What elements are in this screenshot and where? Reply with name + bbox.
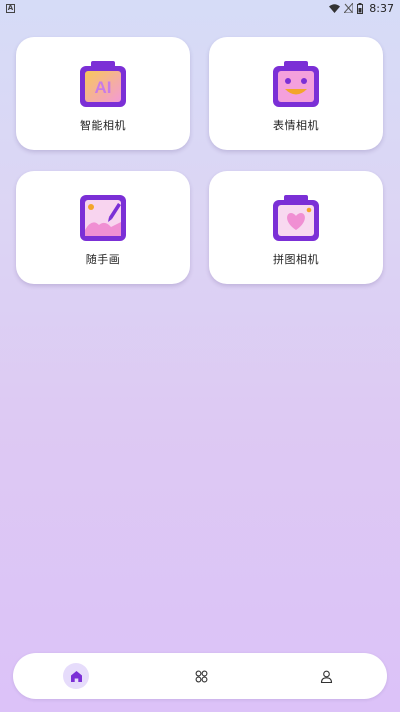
ai-camera-icon: AI: [80, 61, 126, 107]
apps-grid-icon: [195, 670, 207, 682]
status-time: 8:37: [369, 1, 394, 15]
freehand-drawing-card[interactable]: 随手画: [16, 171, 190, 284]
nav-apps[interactable]: [188, 663, 214, 689]
freehand-drawing-label: 随手画: [85, 253, 121, 266]
heart-camera-icon: [273, 195, 319, 241]
tools-grid: AI 智能相机 表情相机 随手画 拼图相机: [16, 37, 384, 284]
wifi-icon: [329, 3, 341, 13]
notification-icon: A: [6, 3, 15, 13]
profile-icon: [320, 670, 332, 683]
signal-icon: [344, 3, 354, 13]
collage-camera-card[interactable]: 拼图相机: [209, 171, 383, 284]
nav-profile[interactable]: [313, 663, 339, 689]
emoji-camera-card[interactable]: 表情相机: [209, 37, 383, 150]
battery-icon: [357, 2, 364, 14]
emoji-camera-label: 表情相机: [273, 119, 319, 132]
drawing-icon: [80, 195, 126, 241]
emoji-camera-icon: [273, 61, 319, 107]
smart-camera-label: 智能相机: [80, 119, 126, 132]
smart-camera-card[interactable]: AI 智能相机: [16, 37, 190, 150]
status-bar: A 8:37: [0, 0, 400, 16]
ai-badge-text: AI: [95, 78, 112, 97]
nav-home[interactable]: [63, 663, 89, 689]
bottom-nav: [13, 653, 387, 699]
collage-camera-label: 拼图相机: [273, 253, 319, 266]
home-icon: [70, 670, 82, 682]
